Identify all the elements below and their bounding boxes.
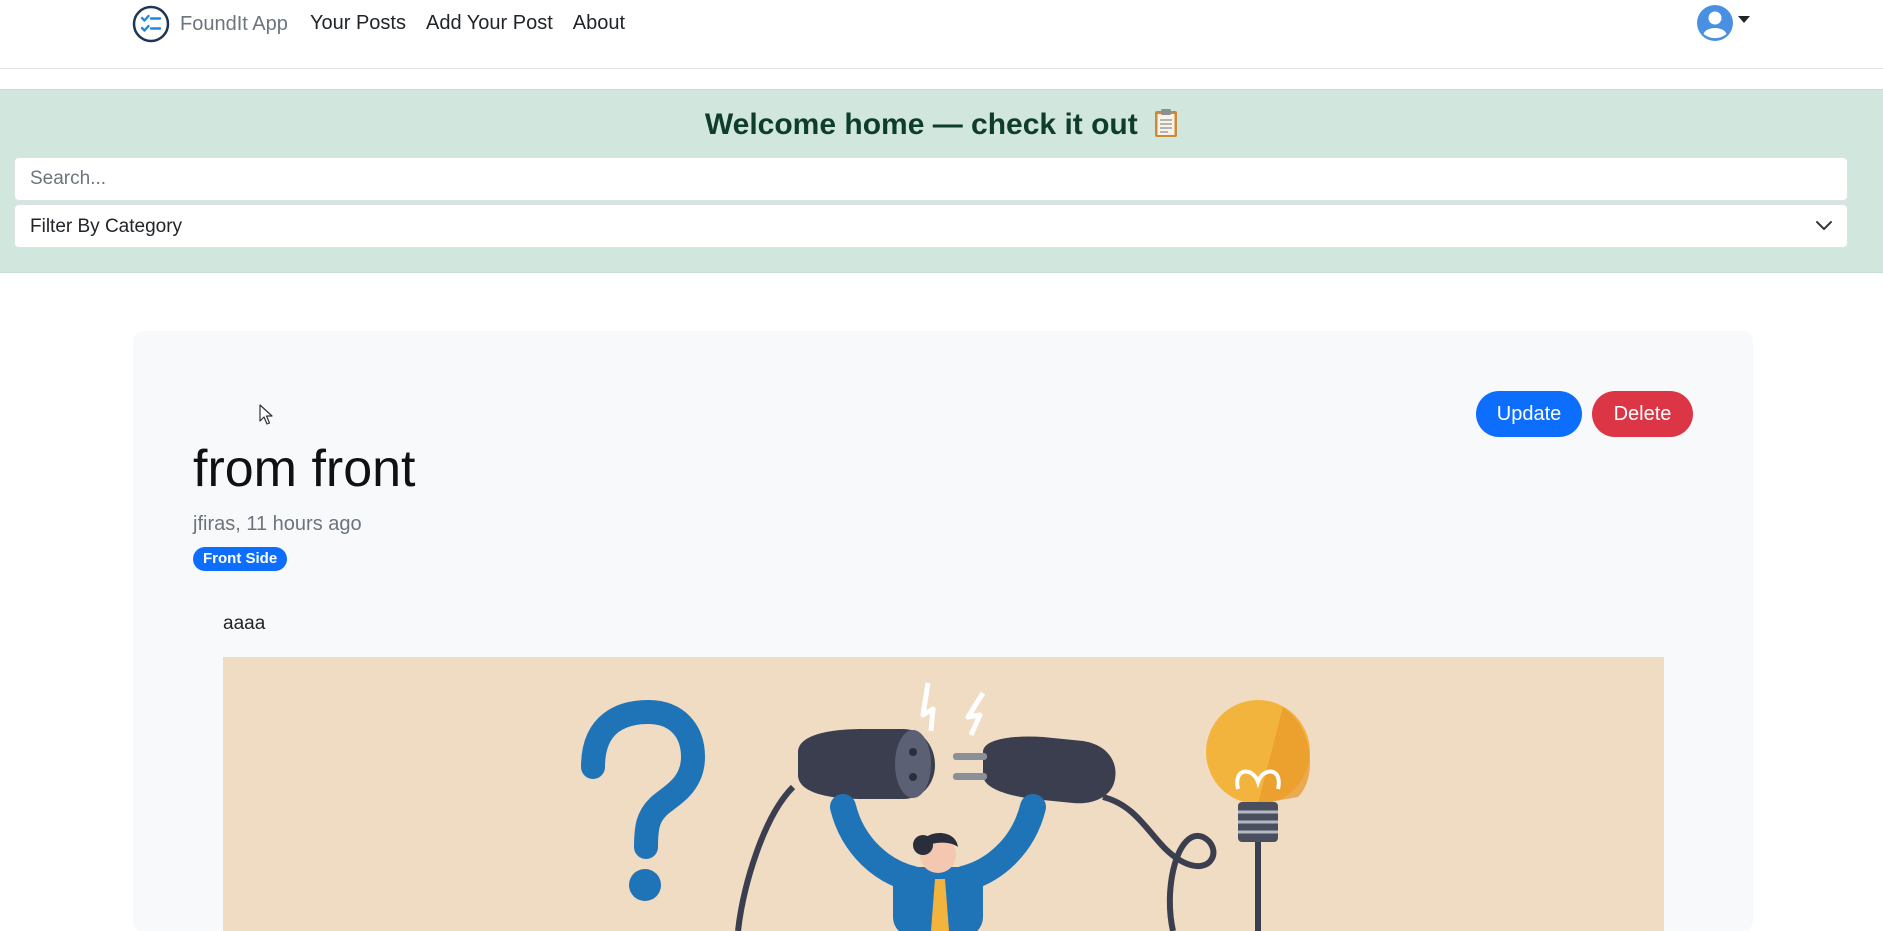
navbar: FoundIt App Your Posts Add Your Post Abo… <box>0 0 1883 69</box>
user-menu-toggle[interactable] <box>1696 4 1750 42</box>
post-image <box>223 657 1664 931</box>
delete-button[interactable]: Delete <box>1592 391 1693 437</box>
nav-links: Your Posts Add Your Post About <box>310 12 645 35</box>
user-avatar-icon <box>1697 5 1733 41</box>
welcome-title-text: Welcome home — check it out <box>704 108 1138 141</box>
category-filter-select[interactable]: Filter By Category <box>14 204 1848 248</box>
plug-illustration <box>581 682 1310 931</box>
checklist-logo-icon <box>132 5 170 43</box>
nav-link-add-post[interactable]: Add Your Post <box>426 12 553 35</box>
post-meta: jfiras, 11 hours ago <box>193 513 362 535</box>
caret-down-icon <box>1738 15 1750 23</box>
welcome-heading: Welcome home — check it out <box>0 108 1883 142</box>
brand-name: FoundIt App <box>180 12 288 35</box>
post-title: from front <box>193 440 416 498</box>
update-button[interactable]: Update <box>1476 391 1582 437</box>
nav-link-your-posts[interactable]: Your Posts <box>310 12 406 35</box>
category-badge: Front Side <box>193 547 288 571</box>
welcome-section: Welcome home — check it out Filter By Ca… <box>0 89 1883 273</box>
mouse-cursor-icon <box>259 404 273 425</box>
post-card: Update Delete from front jfiras, 11 hour… <box>133 331 1753 931</box>
category-filter-value: Filter By Category <box>30 216 183 237</box>
nav-link-about[interactable]: About <box>573 12 625 35</box>
post-body: aaaa <box>223 613 266 634</box>
brand[interactable]: FoundIt App <box>132 5 288 43</box>
search-input[interactable] <box>14 157 1848 201</box>
chevron-down-icon <box>1816 221 1832 230</box>
clipboard-icon <box>1155 109 1178 137</box>
